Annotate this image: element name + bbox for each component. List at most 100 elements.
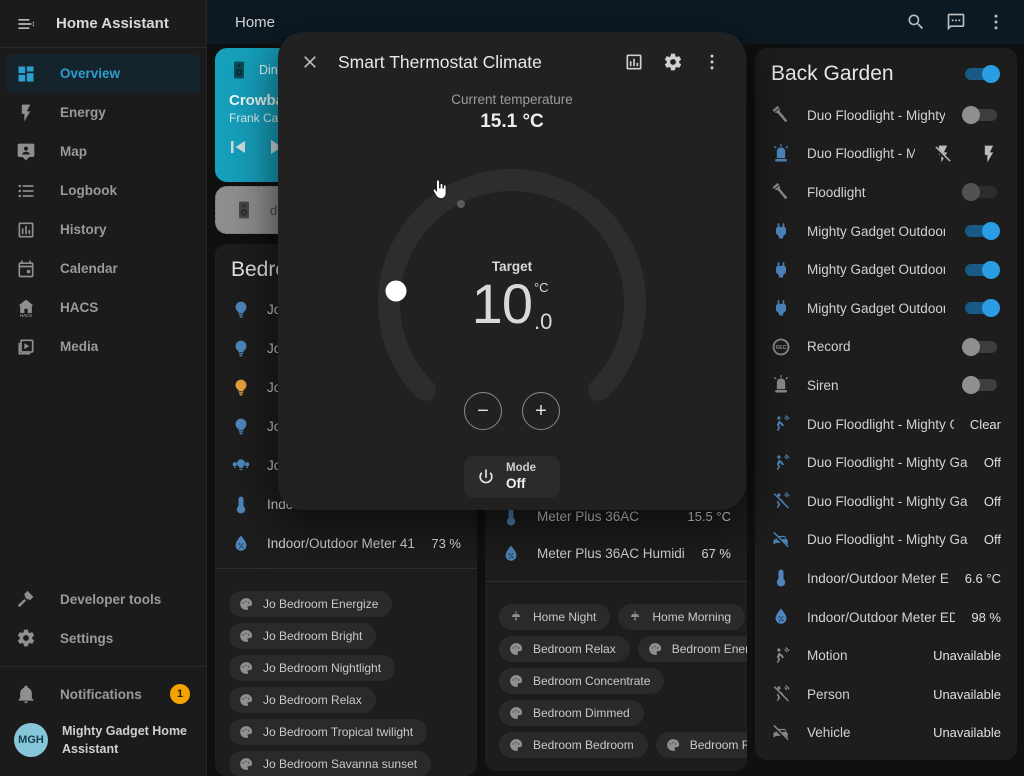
entity-row[interactable]: Indoor/Outdoor Meter EDA4 H...98 % <box>755 598 1017 637</box>
thermostat-dialog: Smart Thermostat Climate Current tempera… <box>278 32 746 510</box>
entity-row[interactable]: MotionUnavailable <box>755 636 1017 675</box>
bulb-icon <box>231 339 251 359</box>
entity-toggle[interactable] <box>961 298 1001 318</box>
back-garden-title: Back Garden <box>771 62 961 86</box>
entity-row[interactable]: RECRecord <box>755 328 1017 367</box>
siren-icon <box>771 144 791 164</box>
chip-jo-bedroom-nightlight[interactable]: Jo Bedroom Nightlight <box>229 655 395 681</box>
sidebar-item-logbook[interactable]: Logbook <box>6 171 200 210</box>
entity-row[interactable]: Meter Plus 36AC Humidity67 % <box>485 535 747 572</box>
palette-icon <box>239 757 253 771</box>
sidebar-item-energy[interactable]: Energy <box>6 93 200 132</box>
sidebar-item-media[interactable]: Media <box>6 327 200 366</box>
chip-jo-bedroom-relax[interactable]: Jo Bedroom Relax <box>229 687 376 713</box>
entity-row[interactable]: Indoor/Outdoor Meter EDA46.6 °C <box>755 559 1017 598</box>
entity-row[interactable]: VehicleUnavailable <box>755 714 1017 753</box>
chip-home-morning[interactable]: Home Morning <box>618 604 745 630</box>
more-icon[interactable] <box>700 50 724 74</box>
mode-value: Off <box>506 476 536 492</box>
chip-jo-bedroom-bright[interactable]: Jo Bedroom Bright <box>229 623 376 649</box>
chip-label: Jo Bedroom Relax <box>263 693 362 707</box>
logbook-icon <box>16 181 36 201</box>
back-garden-toggle[interactable] <box>961 64 1001 84</box>
entity-row[interactable]: PersonUnavailable <box>755 675 1017 714</box>
chip-row: Bedroom Dimmed <box>499 700 733 726</box>
chip-bedroom-dimmed[interactable]: Bedroom Dimmed <box>499 700 644 726</box>
chip-bedroom-concentrate[interactable]: Bedroom Concentrate <box>499 668 664 694</box>
chip-home-night[interactable]: Home Night <box>499 604 610 630</box>
chip-label: Jo Bedroom Energize <box>263 597 378 611</box>
chart-icon[interactable] <box>622 50 646 74</box>
entity-row[interactable]: Duo Floodlight - Mighty Gadget ...Off <box>755 521 1017 560</box>
map-icon <box>16 142 36 162</box>
entity-toggle[interactable] <box>961 105 1001 125</box>
sidebar-profile[interactable]: MGH Mighty Gadget Home Assistant <box>6 718 200 762</box>
sidebar-nav: OverviewEnergyMap Logbook HistoryCalendarH… <box>0 48 206 366</box>
chip-jo-bedroom-savanna-sunset[interactable]: Jo Bedroom Savanna sunset <box>229 751 431 776</box>
sidebar-item-calendar[interactable]: Calendar <box>6 249 200 288</box>
chip-jo-bedroom-energize[interactable]: Jo Bedroom Energize <box>229 591 392 617</box>
sidebar-item-settings[interactable]: Settings <box>6 619 200 658</box>
entity-row[interactable]: Duo Floodlight - Mighty Gad... <box>755 96 1017 135</box>
skip-previous-icon[interactable] <box>225 135 249 159</box>
entity-row[interactable]: Mighty Gadget Outdoor Plu... <box>755 212 1017 251</box>
chip-bedroom-energize[interactable]: Bedroom Energize <box>638 636 747 662</box>
entity-row[interactable]: Duo Floodlight - Mighty Gadget ...Off <box>755 443 1017 482</box>
entity-toggle[interactable] <box>961 375 1001 395</box>
sidebar-item-notifications[interactable]: Notifications 1 <box>6 675 200 714</box>
sidebar-item-label: Logbook <box>60 183 117 198</box>
gear-icon[interactable] <box>661 50 685 74</box>
flash-off-icon[interactable] <box>931 142 955 166</box>
menu-icon[interactable] <box>14 12 38 36</box>
chip-bedroom-bedroom[interactable]: Bedroom Bedroom <box>499 732 648 758</box>
sidebar-item-developer-tools[interactable]: Developer tools <box>6 580 200 619</box>
entity-toggle[interactable] <box>961 182 1001 202</box>
car-off-icon <box>771 530 791 550</box>
entity-row[interactable]: Indoor/Outdoor Meter 4118 H...73 % <box>215 524 477 563</box>
assist-icon[interactable] <box>944 10 968 34</box>
entity-row[interactable]: Floodlight <box>755 173 1017 212</box>
middle-scene-chips: Home Night Home Morning Bedroom Relax Bedro… <box>485 604 747 758</box>
avatar: MGH <box>14 723 48 757</box>
sidebar-item-overview[interactable]: Overview <box>6 54 200 93</box>
history-icon <box>16 220 36 240</box>
more-icon[interactable] <box>984 10 1008 34</box>
entity-row[interactable]: Duo Floodlight - Mighty Gadge...Clear <box>755 405 1017 444</box>
entity-value: 67 % <box>701 546 731 561</box>
chip-bedroom-relax[interactable]: Bedroom Relax <box>499 636 630 662</box>
decrease-button[interactable]: − <box>464 392 502 430</box>
entity-label: Duo Floodlight - Mighty Gadget ... <box>807 494 968 509</box>
entity-label: Vehicle <box>807 725 917 740</box>
entity-row[interactable]: Mighty Gadget Outdoor Plu... <box>755 289 1017 328</box>
entity-row[interactable]: Siren <box>755 366 1017 405</box>
entity-row[interactable]: Mighty Gadget Outdoor Plu... <box>755 250 1017 289</box>
palette-icon <box>509 738 523 752</box>
entity-toggle[interactable] <box>961 337 1001 357</box>
palette-icon <box>509 674 523 688</box>
sidebar-item-hacs[interactable]: HACSHACS <box>6 288 200 327</box>
humidity-icon <box>231 534 251 554</box>
close-icon[interactable] <box>298 50 322 74</box>
ceiling-light-icon <box>509 610 523 624</box>
sidebar-item-map[interactable]: Map <box>6 132 200 171</box>
media-icon <box>16 337 36 357</box>
entity-toggle[interactable] <box>961 221 1001 241</box>
entity-label: Mighty Gadget Outdoor Plu... <box>807 301 945 316</box>
chip-bedroom-read[interactable]: Bedroom Read <box>656 732 747 758</box>
sidebar-item-history[interactable]: History <box>6 210 200 249</box>
entity-row[interactable]: Duo Floodlight - Migh... <box>755 135 1017 174</box>
notification-badge: 1 <box>170 684 190 704</box>
mode-button[interactable]: Mode Off <box>464 456 560 498</box>
current-temperature-label: Current temperature <box>278 92 746 107</box>
dashboard-icon <box>16 64 36 84</box>
divider <box>485 581 747 582</box>
ceiling-light-icon <box>628 610 642 624</box>
search-icon[interactable] <box>904 10 928 34</box>
entity-row[interactable]: Duo Floodlight - Mighty Gadget ...Off <box>755 482 1017 521</box>
app-title: Home Assistant <box>56 15 169 32</box>
tab-home[interactable]: Home <box>235 14 275 31</box>
increase-button[interactable]: + <box>522 392 560 430</box>
flash-icon[interactable] <box>977 142 1001 166</box>
entity-toggle[interactable] <box>961 260 1001 280</box>
chip-jo-bedroom-tropical-twilight[interactable]: Jo Bedroom Tropical twilight <box>229 719 427 745</box>
